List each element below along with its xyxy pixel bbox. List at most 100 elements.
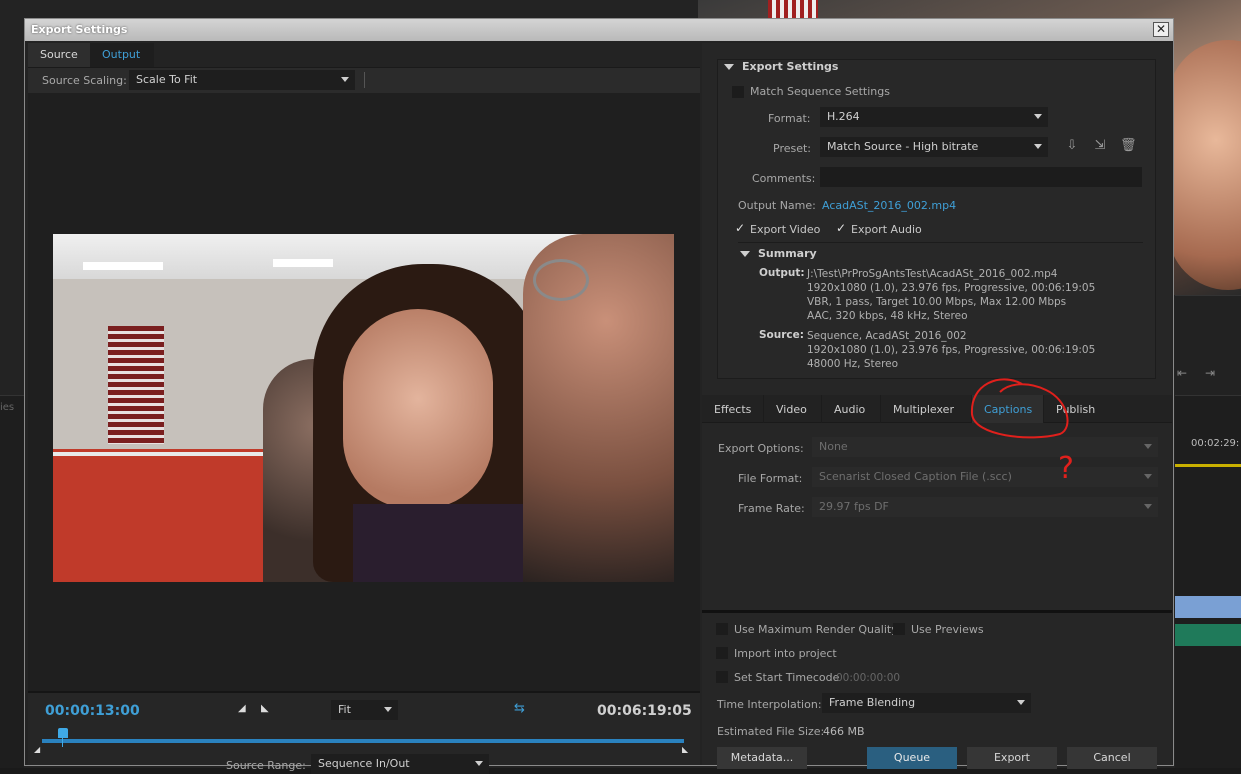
- background-timeline-timecode: 00:02:29:: [1191, 438, 1240, 449]
- dialog-title: Export Settings: [31, 23, 128, 36]
- chevron-down-icon: [1144, 474, 1152, 479]
- time-interpolation-label: Time Interpolation:: [717, 698, 822, 711]
- match-sequence-checkbox[interactable]: [732, 86, 744, 98]
- settings-tab-bar: Effects Video Audio Multiplexer Captions…: [702, 395, 1172, 423]
- export-video-label: Export Video: [750, 223, 821, 236]
- mark-out-icon[interactable]: ◣: [261, 703, 269, 714]
- chevron-down-icon: [1017, 700, 1025, 705]
- import-into-project-checkbox[interactable]: [716, 647, 728, 659]
- annotation-overlay: ?: [970, 378, 1074, 486]
- background-photo-banner: [768, 0, 818, 18]
- output-name-link[interactable]: AcadASt_2016_002.mp4: [822, 199, 956, 212]
- match-sequence-label: Match Sequence Settings: [750, 85, 890, 98]
- close-icon[interactable]: ✕: [1153, 22, 1169, 37]
- background-project-panel: ies: [0, 395, 24, 768]
- comments-label: Comments:: [752, 172, 816, 185]
- background-transport-panel: ⇤ ⇥: [1175, 295, 1241, 395]
- time-ruler[interactable]: [42, 739, 684, 743]
- source-scaling-label: Source Scaling:: [42, 74, 127, 87]
- mark-in-icon[interactable]: ◢: [238, 703, 246, 714]
- set-start-timecode-checkbox[interactable]: [716, 671, 728, 683]
- chevron-down-icon: [384, 707, 392, 712]
- frame-ceiling-light: [83, 262, 163, 270]
- metadata-button[interactable]: Metadata...: [717, 747, 807, 769]
- background-step-forward-icon[interactable]: ⇥: [1205, 366, 1215, 380]
- set-start-timecode-label: Set Start Timecode: [734, 671, 840, 684]
- format-value: H.264: [827, 110, 860, 123]
- preset-dropdown[interactable]: Match Source - High bitrate: [820, 137, 1048, 157]
- export-audio-checkbox[interactable]: [835, 221, 847, 235]
- summary-divider: [738, 242, 1143, 243]
- summary-output-details: J:\Test\PrProSgAntsTest\AcadASt_2016_002…: [807, 268, 1096, 322]
- summary-source-label: Source:: [759, 329, 804, 341]
- playhead-handle[interactable]: [58, 728, 68, 738]
- bottom-options: Use Maximum Render Quality Use Previews …: [702, 610, 1172, 769]
- source-range-dropdown[interactable]: Sequence In/Out: [311, 754, 489, 774]
- frame-ceiling-light: [273, 259, 333, 267]
- tab-multiplexer[interactable]: Multiplexer: [881, 395, 972, 423]
- output-name-label: Output Name:: [738, 199, 816, 212]
- end-timecode: 00:06:19:05: [597, 703, 692, 719]
- background-work-area-bar: [1175, 464, 1241, 467]
- tab-audio[interactable]: Audio: [822, 395, 881, 423]
- background-video-clip[interactable]: [1175, 596, 1241, 618]
- background-audio-clip[interactable]: [1175, 624, 1241, 646]
- time-interpolation-value: Frame Blending: [829, 696, 916, 709]
- playhead-line: [62, 737, 63, 747]
- tab-output[interactable]: Output: [90, 43, 154, 67]
- annotation-question-mark: ?: [1058, 451, 1074, 486]
- export-button[interactable]: Export: [967, 747, 1057, 769]
- export-video-checkbox[interactable]: [734, 221, 746, 235]
- frame-woman-face: [343, 309, 493, 509]
- in-point-icon[interactable]: ◢: [34, 745, 40, 754]
- tab-video[interactable]: Video: [764, 395, 822, 423]
- frame-rate-label: Frame Rate:: [738, 502, 805, 515]
- source-scaling-dropdown[interactable]: Scale To Fit: [129, 70, 355, 90]
- background-panel-label: ies: [0, 402, 15, 413]
- file-format-label: File Format:: [738, 472, 803, 485]
- zoom-dropdown[interactable]: Fit: [331, 700, 398, 720]
- tab-source[interactable]: Source: [28, 43, 90, 67]
- delete-preset-icon[interactable]: 🗑: [1120, 139, 1137, 153]
- save-preset-icon[interactable]: ⇩: [1064, 139, 1080, 153]
- background-timeline-panel: 00:02:29:: [1175, 395, 1241, 768]
- time-interpolation-dropdown[interactable]: Frame Blending: [822, 693, 1031, 713]
- source-scaling-toolbar: Source Scaling: Scale To Fit: [28, 67, 700, 93]
- comments-input[interactable]: [820, 167, 1142, 187]
- frame-rate-dropdown[interactable]: 29.97 fps DF: [812, 497, 1158, 517]
- use-previews-label: Use Previews: [911, 623, 984, 636]
- use-previews-checkbox[interactable]: [893, 623, 905, 635]
- video-preview-area: [28, 93, 700, 691]
- background-photo-face: [1168, 40, 1241, 290]
- export-settings-header[interactable]: Export Settings: [724, 60, 838, 73]
- out-point-icon[interactable]: ◣: [682, 745, 688, 754]
- summary-source-details: Sequence, AcadASt_2016_002 1920x1080 (1.…: [807, 330, 1096, 370]
- chevron-down-icon: [1144, 504, 1152, 509]
- export-audio-label: Export Audio: [851, 223, 922, 236]
- current-timecode[interactable]: 00:00:13:00: [45, 703, 140, 719]
- max-render-quality-label: Use Maximum Render Quality: [734, 623, 898, 636]
- queue-button[interactable]: Queue: [867, 747, 957, 769]
- import-preset-icon[interactable]: ⇲: [1092, 139, 1108, 153]
- collapse-triangle-icon: [740, 251, 750, 257]
- summary-header[interactable]: Summary: [740, 247, 817, 260]
- estimated-size-value: 466 MB: [823, 725, 865, 738]
- max-render-quality-checkbox[interactable]: [716, 623, 728, 635]
- tab-effects[interactable]: Effects: [702, 395, 764, 423]
- chevron-down-icon: [1034, 114, 1042, 119]
- captions-panel: Export Options: None File Format: Scenar…: [702, 424, 1172, 610]
- frame-woman-coat: [353, 504, 523, 582]
- dialog-titlebar[interactable]: Export Settings ✕: [25, 19, 1173, 41]
- aspect-toggle-icon[interactable]: ⇆: [514, 701, 525, 716]
- settings-pane: Export Settings Match Sequence Settings …: [702, 43, 1172, 769]
- start-timecode-value[interactable]: 00:00:00:00: [836, 672, 900, 684]
- format-dropdown[interactable]: H.264: [820, 107, 1048, 127]
- background-step-back-icon[interactable]: ⇤: [1177, 366, 1187, 380]
- frame-railing: [53, 452, 283, 456]
- chevron-down-icon: [1034, 144, 1042, 149]
- cancel-button[interactable]: Cancel: [1067, 747, 1157, 769]
- frame-banner: [108, 326, 164, 444]
- source-scaling-value: Scale To Fit: [136, 73, 198, 86]
- chevron-down-icon: [1144, 444, 1152, 449]
- annotation-circle: [970, 378, 1069, 439]
